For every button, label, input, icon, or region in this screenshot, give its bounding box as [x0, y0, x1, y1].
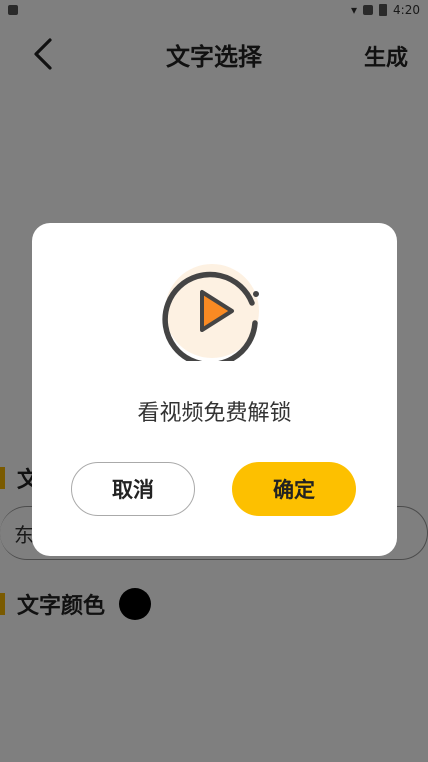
- dialog-message: 看视频免费解锁: [137, 401, 292, 426]
- play-icon: [162, 264, 259, 361]
- cancel-button[interactable]: 取消: [71, 462, 195, 516]
- unlock-dialog: 看视频免费解锁 取消 确定: [32, 223, 397, 556]
- confirm-button[interactable]: 确定: [232, 462, 356, 516]
